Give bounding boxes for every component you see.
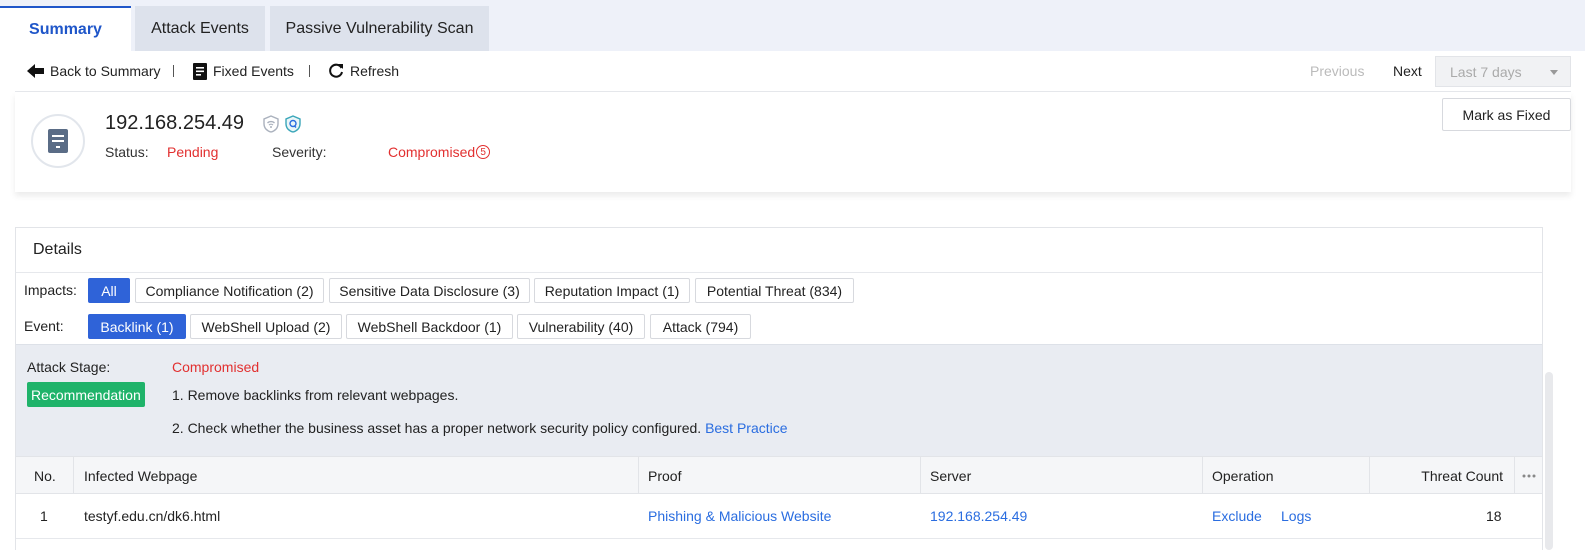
- exclude-link[interactable]: Exclude: [1212, 508, 1262, 524]
- attack-stage-box: Attack Stage: Compromised Recommendation…: [16, 344, 1542, 456]
- toolbar-separator: [309, 65, 310, 77]
- cell-server-link[interactable]: 192.168.254.49: [930, 508, 1027, 524]
- toolbar-separator: [173, 65, 174, 77]
- impact-filter-potential-threat[interactable]: Potential Threat (834): [695, 278, 854, 303]
- details-divider: [16, 272, 1542, 273]
- column-header-proof: Proof: [639, 457, 921, 494]
- toolbar: Back to Summary Fixed Events Refresh Pre…: [0, 51, 1585, 91]
- recommendation-step-2-text: 2. Check whether the business asset has …: [172, 420, 702, 436]
- back-to-summary-button[interactable]: Back to Summary: [27, 60, 160, 82]
- column-header-operation: Operation: [1203, 457, 1370, 494]
- status-label: Status:: [105, 144, 149, 160]
- column-header-infected-webpage: Infected Webpage: [74, 457, 639, 494]
- refresh-label: Refresh: [350, 63, 400, 79]
- recommendation-badge: Recommendation: [27, 382, 145, 407]
- wifi-shield-icon: [263, 115, 279, 133]
- logs-link[interactable]: Logs: [1281, 508, 1311, 524]
- best-practice-link[interactable]: Best Practice: [705, 420, 787, 436]
- event-label: Event:: [24, 318, 64, 334]
- attack-stage-label: Attack Stage:: [27, 359, 111, 375]
- asset-summary-card: 192.168.254.49 Status: Pending Severity:…: [15, 92, 1571, 192]
- chevron-down-icon: [1550, 70, 1558, 75]
- refresh-icon: [329, 63, 343, 78]
- event-filter-webshell-backdoor[interactable]: WebShell Backdoor (1): [346, 314, 513, 339]
- details-panel: Details Impacts: All Compliance Notifica…: [15, 227, 1543, 550]
- details-title: Details: [33, 241, 82, 258]
- column-header-server: Server: [921, 457, 1203, 494]
- time-range-select[interactable]: Last 7 days: [1435, 56, 1571, 87]
- tab-bar: Summary Attack Events Passive Vulnerabil…: [0, 0, 1585, 51]
- attack-stage-value: Compromised: [172, 359, 260, 375]
- table-header: No. Infected Webpage Proof Server Operat…: [16, 456, 1542, 494]
- cell-threat-count: 18: [1486, 508, 1502, 524]
- tab-attack-events[interactable]: Attack Events: [135, 6, 265, 51]
- impacts-label: Impacts:: [24, 282, 77, 298]
- document-icon: [193, 62, 207, 80]
- server-document-icon: [48, 129, 68, 153]
- asset-icons: [262, 115, 302, 133]
- impact-filter-reputation[interactable]: Reputation Impact (1): [534, 278, 690, 303]
- tab-summary[interactable]: Summary: [0, 6, 131, 51]
- impact-filter-compliance[interactable]: Compliance Notification (2): [135, 278, 324, 303]
- fixed-events-button[interactable]: Fixed Events: [193, 60, 294, 82]
- column-settings-button[interactable]: [1515, 457, 1542, 494]
- tab-passive-vulnerability-scan[interactable]: Passive Vulnerability Scan: [270, 6, 489, 51]
- cell-proof-link[interactable]: Phishing & Malicious Website: [648, 508, 831, 524]
- recommendation-step-1: 1. Remove backlinks from relevant webpag…: [172, 387, 459, 403]
- severity-text: Compromised: [388, 144, 476, 160]
- previous-button[interactable]: Previous: [1310, 63, 1364, 79]
- back-to-summary-label: Back to Summary: [50, 63, 161, 79]
- impact-filter-sensitive-data[interactable]: Sensitive Data Disclosure (3): [329, 278, 530, 303]
- event-filter-webshell-upload[interactable]: WebShell Upload (2): [190, 314, 342, 339]
- table-row: 1 testyf.edu.cn/dk6.html Phishing & Mali…: [16, 494, 1542, 539]
- impact-filter-all[interactable]: All: [88, 278, 130, 303]
- next-button[interactable]: Next: [1393, 63, 1422, 79]
- column-header-no: No.: [16, 457, 74, 494]
- column-header-threat-count: Threat Count: [1370, 457, 1515, 494]
- asset-avatar: [31, 114, 85, 168]
- cell-infected-webpage: testyf.edu.cn/dk6.html: [84, 508, 221, 524]
- cell-no: 1: [40, 508, 48, 524]
- severity-value: Compromised 5: [388, 144, 491, 160]
- event-filter-backlink[interactable]: Backlink (1): [88, 314, 186, 339]
- arrow-left-icon: [27, 64, 44, 78]
- time-range-value: Last 7 days: [1450, 63, 1522, 80]
- fixed-events-label: Fixed Events: [213, 63, 294, 79]
- refresh-button[interactable]: Refresh: [328, 60, 399, 82]
- asset-ip: 192.168.254.49: [105, 112, 245, 134]
- security-shield-icon: [285, 115, 301, 133]
- more-horizontal-icon: [1522, 474, 1535, 477]
- mark-as-fixed-button[interactable]: Mark as Fixed: [1442, 98, 1571, 131]
- severity-label: Severity:: [272, 144, 327, 160]
- vertical-scrollbar[interactable]: [1545, 372, 1553, 550]
- status-value: Pending: [167, 144, 219, 160]
- severity-level-badge: 5: [476, 145, 491, 159]
- event-filter-vulnerability[interactable]: Vulnerability (40): [517, 314, 645, 339]
- event-filter-attack[interactable]: Attack (794): [650, 314, 751, 339]
- recommendation-step-2: 2. Check whether the business asset has …: [172, 420, 788, 436]
